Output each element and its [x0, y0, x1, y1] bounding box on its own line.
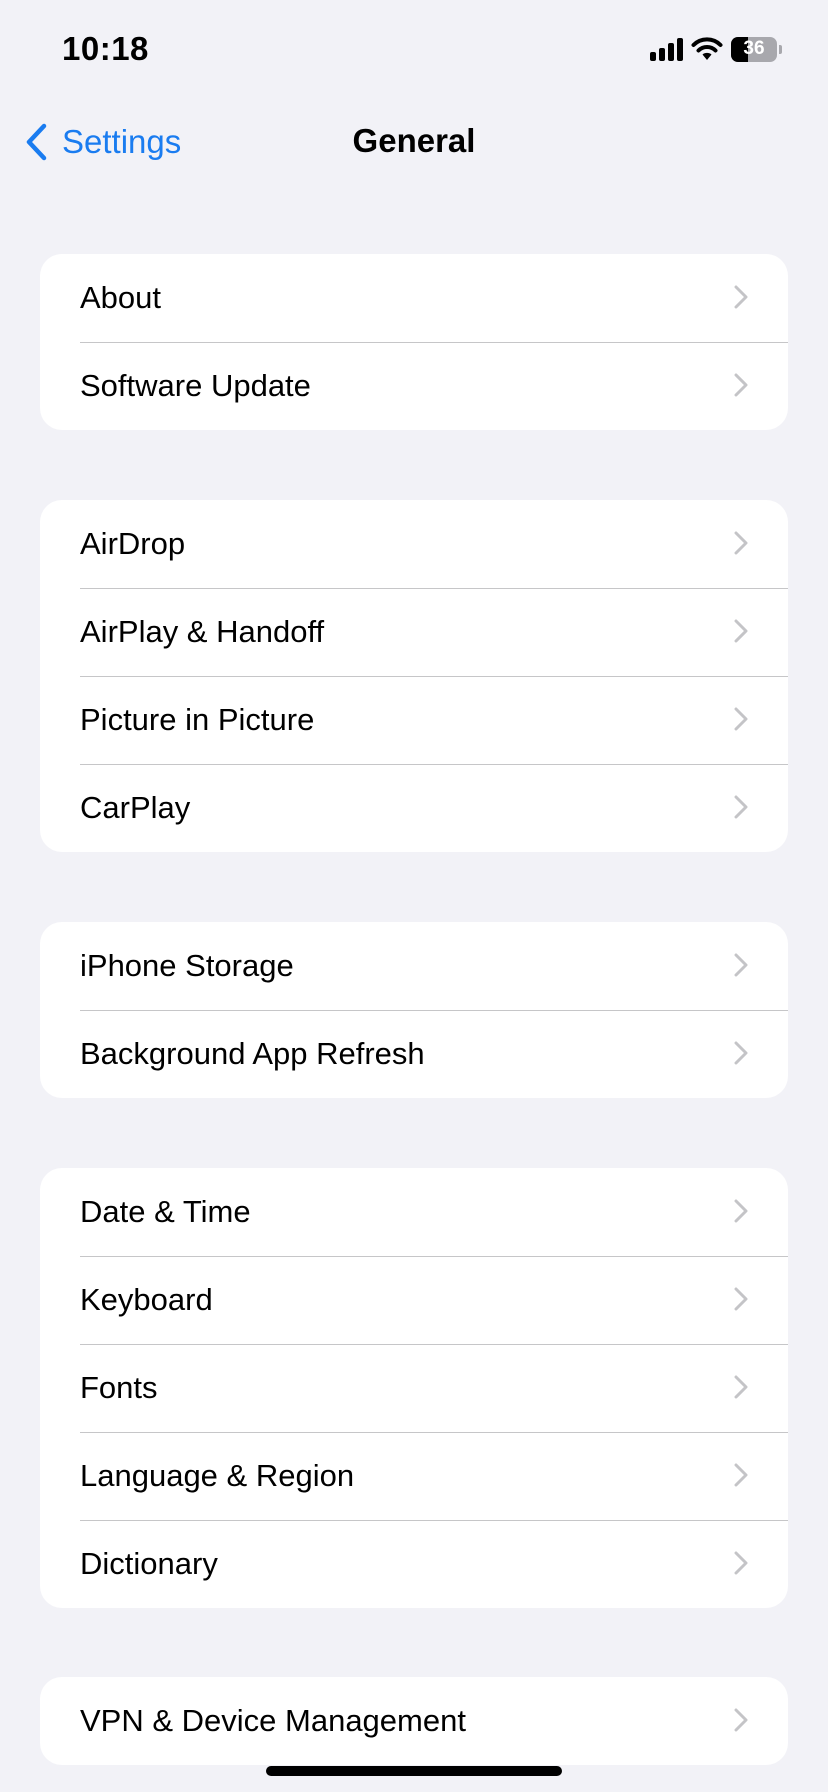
- row-label: VPN & Device Management: [80, 1703, 466, 1738]
- chevron-right-icon: [734, 373, 748, 397]
- row-label: Software Update: [80, 368, 311, 403]
- chevron-right-icon: [734, 1463, 748, 1487]
- status-bar: 10:18 36: [0, 0, 828, 100]
- settings-row-picture-in-picture[interactable]: Picture in Picture: [40, 676, 788, 764]
- row-label: Background App Refresh: [80, 1036, 425, 1071]
- chevron-right-icon: [734, 1375, 748, 1399]
- page-title: General: [352, 122, 476, 159]
- row-label: Language & Region: [80, 1458, 355, 1493]
- row-label: CarPlay: [80, 790, 191, 825]
- row-label: iPhone Storage: [80, 948, 294, 983]
- row-label: Dictionary: [80, 1546, 218, 1581]
- settings-row-about[interactable]: About: [40, 254, 788, 342]
- battery-percent: 36: [743, 38, 765, 59]
- battery-nub: [779, 44, 782, 54]
- row-label: Fonts: [80, 1370, 158, 1405]
- chevron-right-icon: [734, 285, 748, 309]
- wifi-icon: [691, 37, 723, 60]
- chevron-right-icon: [734, 795, 748, 819]
- settings-row-background-app-refresh[interactable]: Background App Refresh: [40, 1010, 788, 1098]
- settings-row-keyboard[interactable]: Keyboard: [40, 1256, 788, 1344]
- chevron-right-icon: [734, 1551, 748, 1575]
- settings-row-software-update[interactable]: Software Update: [40, 342, 788, 430]
- settings-group-connectivity: AirDrop AirPlay & Handoff Picture in Pic…: [40, 500, 788, 852]
- row-label: AirDrop: [80, 526, 186, 561]
- battery-icon: 36: [731, 36, 777, 62]
- row-label: About: [80, 280, 162, 315]
- settings-row-dictionary[interactable]: Dictionary: [40, 1520, 788, 1608]
- nav-bar: Settings General: [0, 100, 828, 180]
- settings-group-locale: Date & Time Keyboard Fonts Language & Re…: [40, 1168, 788, 1608]
- settings-group-about: About Software Update: [40, 254, 788, 430]
- chevron-right-icon: [734, 1041, 748, 1065]
- settings-row-iphone-storage[interactable]: iPhone Storage: [40, 922, 788, 1010]
- settings-row-carplay[interactable]: CarPlay: [40, 764, 788, 852]
- settings-row-date-time[interactable]: Date & Time: [40, 1168, 788, 1256]
- status-icons: 36: [650, 34, 782, 64]
- settings-row-airplay-handoff[interactable]: AirPlay & Handoff: [40, 588, 788, 676]
- chevron-right-icon: [734, 1287, 748, 1311]
- settings-row-language-region[interactable]: Language & Region: [40, 1432, 788, 1520]
- settings-group-storage: iPhone Storage Background App Refresh: [40, 922, 788, 1098]
- status-time: 10:18: [62, 30, 149, 67]
- chevron-right-icon: [734, 1708, 748, 1732]
- chevron-right-icon: [734, 619, 748, 643]
- chevron-right-icon: [734, 953, 748, 977]
- settings-row-vpn-device-management[interactable]: VPN & Device Management: [40, 1677, 788, 1765]
- chevron-right-icon: [734, 531, 748, 555]
- settings-group-vpn: VPN & Device Management: [40, 1677, 788, 1765]
- home-indicator[interactable]: [266, 1766, 562, 1776]
- chevron-right-icon: [734, 1199, 748, 1223]
- row-label: Date & Time: [80, 1194, 251, 1229]
- row-label: AirPlay & Handoff: [80, 614, 325, 649]
- row-label: Picture in Picture: [80, 702, 315, 737]
- cellular-signal-icon: [650, 37, 683, 61]
- settings-row-fonts[interactable]: Fonts: [40, 1344, 788, 1432]
- settings-row-airdrop[interactable]: AirDrop: [40, 500, 788, 588]
- chevron-right-icon: [734, 707, 748, 731]
- row-label: Keyboard: [80, 1282, 213, 1317]
